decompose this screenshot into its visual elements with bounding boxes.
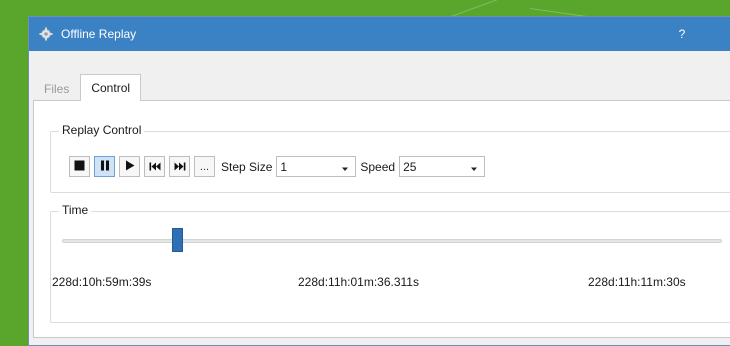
time-end-label: 228d:11h:11m:30s bbox=[588, 275, 686, 289]
play-button[interactable] bbox=[119, 156, 140, 177]
tab-control[interactable]: Control bbox=[80, 74, 142, 101]
replay-control-title: Replay Control bbox=[59, 123, 145, 137]
step-size-value: 1 bbox=[280, 159, 288, 174]
replay-controls-row: ... Step Size 1 Speed 25 bbox=[69, 156, 486, 177]
app-gear-icon bbox=[37, 25, 55, 43]
skip-back-button[interactable] bbox=[144, 156, 165, 177]
step-size-label: Step Size bbox=[221, 159, 273, 174]
fast-forward-icon bbox=[174, 158, 186, 176]
time-current-label: 228d:11h:01m:36.311s bbox=[298, 275, 419, 289]
time-start-label: 228d:10h:59m:39s bbox=[52, 275, 152, 289]
pause-button[interactable] bbox=[94, 156, 115, 177]
tab-bar: Files Control bbox=[33, 74, 142, 101]
tab-files[interactable]: Files bbox=[33, 77, 80, 101]
pause-icon bbox=[100, 158, 110, 176]
speed-value: 25 bbox=[403, 159, 417, 174]
time-slider-track[interactable] bbox=[62, 239, 722, 243]
stop-icon bbox=[74, 158, 85, 176]
chevron-down-icon bbox=[341, 162, 349, 176]
more-button[interactable]: ... bbox=[194, 156, 215, 177]
time-group: Time bbox=[50, 203, 730, 323]
time-slider-handle[interactable] bbox=[172, 228, 184, 252]
help-button[interactable]: ? bbox=[675, 27, 689, 41]
stop-button[interactable] bbox=[69, 156, 90, 177]
skip-to-start-icon bbox=[149, 158, 161, 176]
step-size-select[interactable]: 1 bbox=[276, 156, 357, 177]
chevron-down-icon bbox=[470, 162, 478, 176]
time-title: Time bbox=[59, 203, 92, 217]
control-tab-pane: Replay Control ... Step Size 1 Speed 25 … bbox=[33, 100, 730, 338]
speed-select[interactable]: 25 bbox=[399, 156, 486, 177]
play-icon bbox=[125, 158, 135, 176]
title-bar: Offline Replay ? × bbox=[29, 17, 730, 51]
fast-forward-button[interactable] bbox=[169, 156, 190, 177]
replay-control-group: Replay Control ... Step Size 1 Speed 25 bbox=[50, 123, 730, 193]
speed-label: Speed bbox=[360, 159, 396, 174]
offline-replay-window: Offline Replay ? × Files Control Replay … bbox=[28, 16, 730, 346]
window-title: Offline Replay bbox=[61, 27, 137, 41]
more-button-label: ... bbox=[199, 160, 210, 173]
